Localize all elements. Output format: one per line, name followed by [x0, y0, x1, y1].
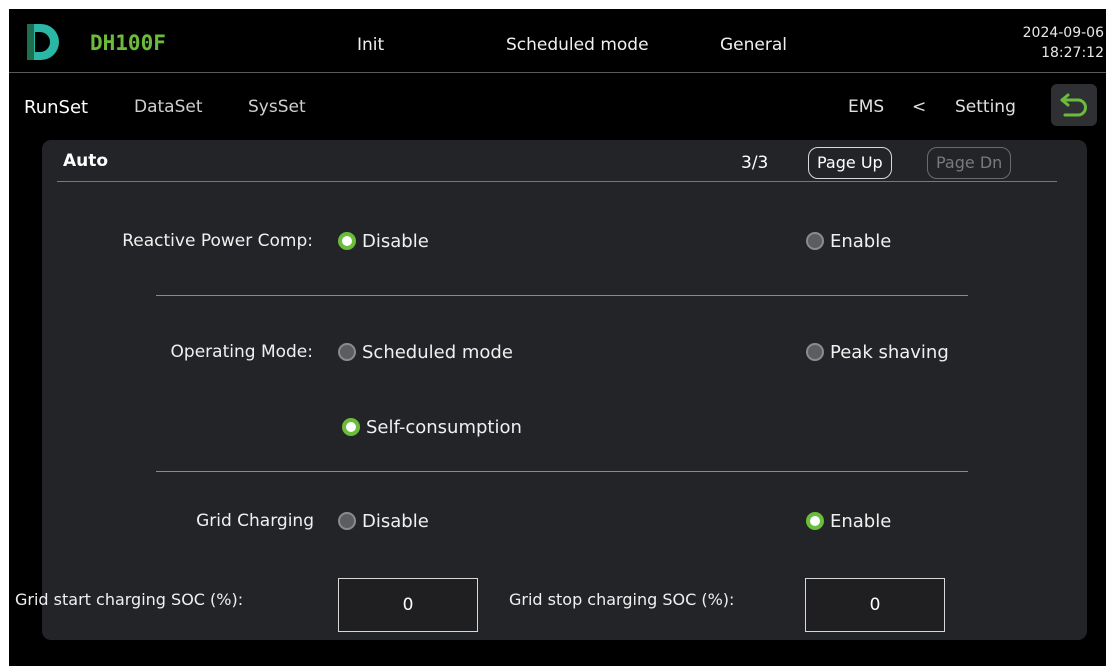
tab-dataset[interactable]: DataSet — [134, 97, 203, 117]
reactive-power-label: Reactive Power Comp: — [122, 231, 313, 251]
device-model: DH100F — [90, 31, 166, 55]
page-indicator: 3/3 — [741, 153, 769, 173]
stop-soc-input[interactable]: 0 — [805, 578, 945, 632]
radio-label: Self-consumption — [366, 416, 522, 438]
breadcrumb-separator: < — [912, 97, 927, 117]
status-general: General — [720, 35, 787, 55]
reactive-power-disable-radio[interactable]: Disable — [338, 230, 429, 252]
status-init: Init — [357, 35, 385, 55]
radio-selected-icon — [342, 418, 360, 436]
panel-divider — [57, 181, 1057, 182]
date-text: 2024-09-06 — [1022, 25, 1104, 41]
nav-bar: RunSet DataSet SysSet EMS < Setting — [9, 74, 1106, 140]
grid-charging-label: Grid Charging — [196, 511, 314, 531]
radio-label: Disable — [362, 230, 429, 252]
logo-icon — [27, 24, 59, 60]
top-bar: DH100F Init Scheduled mode General 2024-… — [9, 9, 1106, 73]
start-soc-input[interactable]: 0 — [338, 578, 478, 632]
status-mode: Scheduled mode — [506, 35, 649, 55]
radio-label: Disable — [362, 510, 429, 532]
mode-scheduled-radio[interactable]: Scheduled mode — [338, 341, 513, 363]
section-divider — [156, 471, 968, 472]
reactive-power-enable-radio[interactable]: Enable — [806, 230, 891, 252]
undo-arrow-icon — [1060, 93, 1087, 117]
radio-label: Peak shaving — [830, 341, 949, 363]
operating-mode-label: Operating Mode: — [170, 342, 313, 362]
breadcrumb-current: EMS — [848, 97, 885, 117]
radio-selected-icon — [338, 232, 356, 250]
grid-charging-enable-radio[interactable]: Enable — [806, 510, 891, 532]
settings-panel: Auto 3/3 Page Up Page Dn Reactive Power … — [15, 140, 1087, 640]
datetime: 2024-09-06 18:27:12 — [1023, 23, 1104, 63]
page-down-button[interactable]: Page Dn — [927, 147, 1012, 179]
page-up-button[interactable]: Page Up — [808, 147, 892, 179]
radio-unselected-icon — [806, 232, 824, 250]
stop-soc-label: Grid stop charging SOC (%): — [509, 590, 735, 609]
radio-unselected-icon — [338, 512, 356, 530]
radio-label: Enable — [830, 230, 892, 252]
breadcrumb-setting[interactable]: Setting — [955, 97, 1016, 117]
radio-label: Enable — [830, 510, 892, 532]
hmi-screen: DH100F Init Scheduled mode General 2024-… — [9, 9, 1106, 666]
mode-self-consumption-radio[interactable]: Self-consumption — [342, 416, 522, 438]
radio-unselected-icon — [806, 343, 824, 361]
tab-runset[interactable]: RunSet — [24, 97, 88, 118]
radio-selected-icon — [806, 512, 824, 530]
radio-unselected-icon — [338, 343, 356, 361]
mode-peak-shaving-radio[interactable]: Peak shaving — [806, 341, 949, 363]
section-divider — [156, 295, 968, 296]
back-button[interactable] — [1051, 84, 1097, 126]
start-soc-label: Grid start charging SOC (%): — [15, 590, 244, 609]
tab-sysset[interactable]: SysSet — [248, 97, 306, 117]
panel-title: Auto — [63, 151, 109, 171]
radio-label: Scheduled mode — [362, 341, 513, 363]
grid-charging-disable-radio[interactable]: Disable — [338, 510, 429, 532]
time-text: 18:27:12 — [1041, 45, 1104, 61]
